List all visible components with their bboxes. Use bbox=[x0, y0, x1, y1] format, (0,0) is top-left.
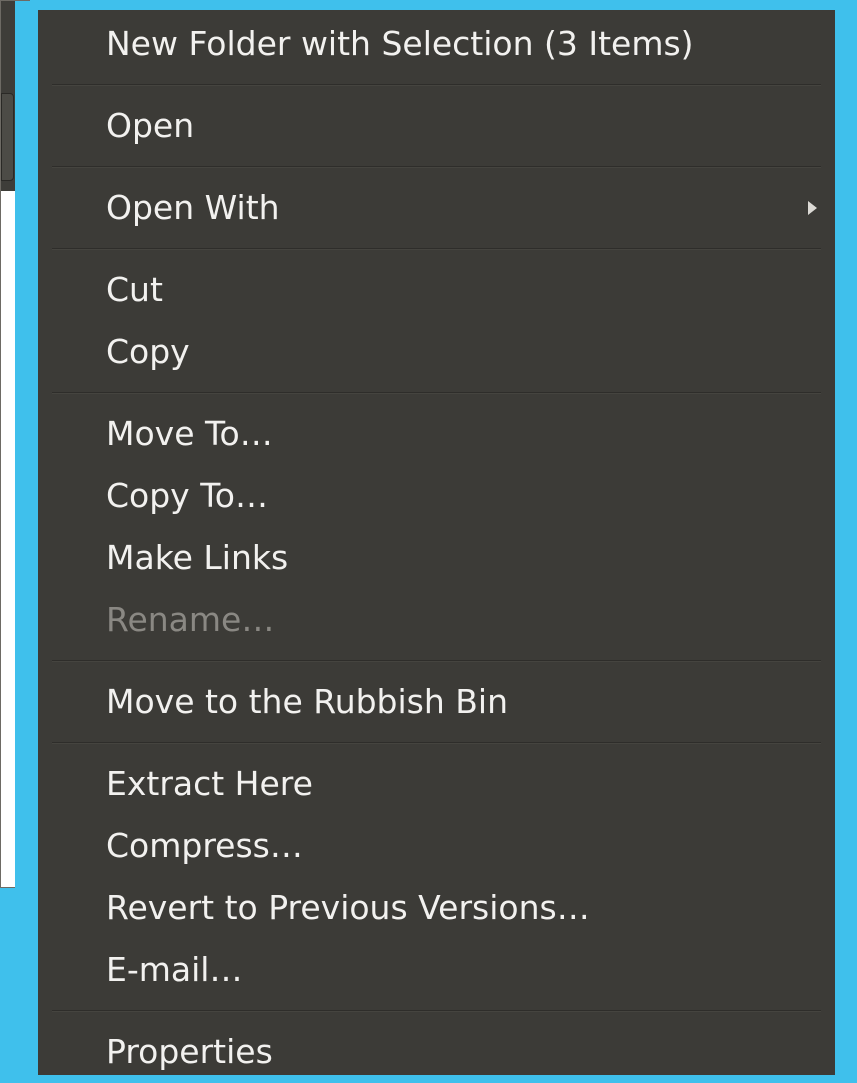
background-window bbox=[0, 0, 31, 889]
menu-item-label: E-mail… bbox=[106, 950, 243, 989]
menu-item-open[interactable]: Open bbox=[38, 95, 835, 157]
menu-item-label: New Folder with Selection (3 Items) bbox=[106, 24, 694, 63]
menu-item-label: Cut bbox=[106, 270, 163, 309]
menu-separator bbox=[52, 84, 821, 86]
menu-item-revert-to-previous-versions[interactable]: Revert to Previous Versions… bbox=[38, 877, 835, 939]
submenu-arrow-icon bbox=[808, 201, 817, 215]
menu-item-rename: Rename… bbox=[38, 589, 835, 651]
menu-item-label: Copy bbox=[106, 332, 190, 371]
menu-item-label: Rename… bbox=[106, 600, 275, 639]
menu-item-extract-here[interactable]: Extract Here bbox=[38, 753, 835, 815]
menu-item-label: Open With bbox=[106, 188, 280, 227]
menu-item-new-folder-with-selection-3-items[interactable]: New Folder with Selection (3 Items) bbox=[38, 13, 835, 75]
menu-item-label: Extract Here bbox=[106, 764, 313, 803]
menu-item-label: Move To… bbox=[106, 414, 273, 453]
menu-item-label: Make Links bbox=[106, 538, 289, 577]
background-window-titlebar bbox=[1, 1, 15, 191]
menu-item-copy[interactable]: Copy bbox=[38, 321, 835, 383]
menu-item-copy-to[interactable]: Copy To… bbox=[38, 465, 835, 527]
menu-item-make-links[interactable]: Make Links bbox=[38, 527, 835, 589]
menu-item-move-to[interactable]: Move To… bbox=[38, 403, 835, 465]
menu-separator bbox=[52, 660, 821, 662]
menu-item-open-with[interactable]: Open With bbox=[38, 177, 835, 239]
menu-item-compress[interactable]: Compress… bbox=[38, 815, 835, 877]
menu-separator bbox=[52, 166, 821, 168]
menu-item-cut[interactable]: Cut bbox=[38, 259, 835, 321]
menu-separator bbox=[52, 742, 821, 744]
menu-item-label: Properties bbox=[106, 1032, 273, 1071]
menu-separator bbox=[52, 1010, 821, 1012]
menu-item-label: Revert to Previous Versions… bbox=[106, 888, 590, 927]
menu-separator bbox=[52, 392, 821, 394]
window-control-button[interactable] bbox=[1, 93, 14, 181]
menu-item-label: Compress… bbox=[106, 826, 303, 865]
menu-item-label: Move to the Rubbish Bin bbox=[106, 682, 508, 721]
menu-item-label: Copy To… bbox=[106, 476, 268, 515]
menu-separator bbox=[52, 248, 821, 250]
menu-item-move-to-the-rubbish-bin[interactable]: Move to the Rubbish Bin bbox=[38, 671, 835, 733]
desktop-gap bbox=[15, 1, 31, 889]
menu-item-label: Open bbox=[106, 106, 195, 145]
menu-item-properties[interactable]: Properties bbox=[38, 1021, 835, 1083]
context-menu: New Folder with Selection (3 Items) Open O… bbox=[38, 10, 835, 1075]
menu-item-e-mail[interactable]: E-mail… bbox=[38, 939, 835, 1001]
